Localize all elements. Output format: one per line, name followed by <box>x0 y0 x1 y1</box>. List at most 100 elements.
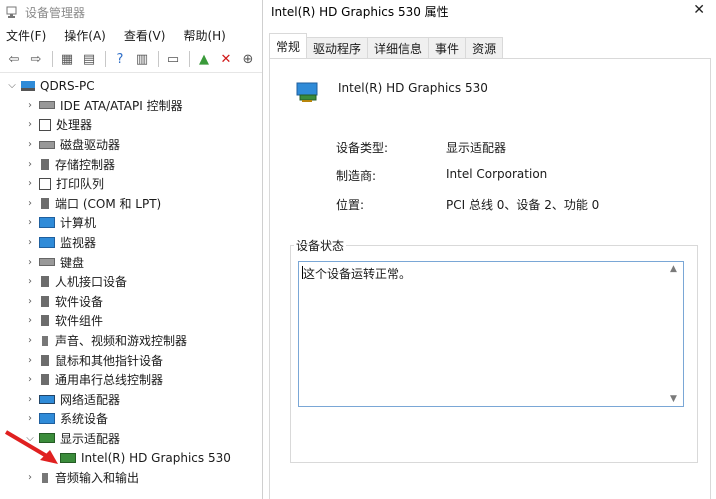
tree-item[interactable]: › 通用串行总线控制器 <box>0 370 262 390</box>
toolbar-divider <box>105 51 106 67</box>
ide-controller-icon <box>39 101 55 110</box>
menu-help[interactable]: 帮助(H) <box>183 27 225 44</box>
audio-video-icon <box>42 335 48 346</box>
tree-root-label: QDRS-PC <box>40 78 95 93</box>
tab-resources[interactable]: 资源 <box>465 37 504 58</box>
tree-root[interactable]: ⌵ QDRS-PC <box>0 76 262 96</box>
tree-item[interactable]: › 监视器 <box>0 233 262 253</box>
chevron-right-icon[interactable]: › <box>24 374 36 385</box>
chevron-right-icon[interactable]: › <box>24 413 36 424</box>
tree-item[interactable]: › 计算机 <box>0 213 262 233</box>
chevron-right-icon[interactable]: › <box>24 315 36 326</box>
chevron-right-icon[interactable]: › <box>24 237 36 248</box>
chevron-right-icon[interactable]: › <box>24 276 36 287</box>
devmgr-titlebar: 设备管理器 <box>0 0 262 24</box>
chevron-right-icon[interactable]: › <box>24 296 36 307</box>
tab-details[interactable]: 详细信息 <box>367 37 430 58</box>
status-text: 这个设备运转正常。 <box>303 267 412 281</box>
tree-item-label: 网络适配器 <box>60 392 121 407</box>
menu-action[interactable]: 操作(A) <box>64 27 106 44</box>
scan-monitor-icon[interactable]: ▭ <box>163 49 183 69</box>
prop-value-manufacturer: Intel Corporation <box>446 167 548 181</box>
menu-file[interactable]: 文件(F) <box>6 27 46 44</box>
storage-controller-icon <box>41 158 49 170</box>
prop-label-manufacturer: 制造商: <box>336 169 377 183</box>
uninstall-icon[interactable]: ✕ <box>216 49 236 69</box>
chevron-right-icon[interactable]: › <box>24 178 36 189</box>
view-icon[interactable]: ▦ <box>57 49 77 69</box>
tree-item-label: 通用串行总线控制器 <box>55 373 164 388</box>
menu-bar: 文件(F) 操作(A) 查看(V) 帮助(H) <box>0 24 262 46</box>
status-group-label: 设备状态 <box>294 237 347 254</box>
processor-icon <box>39 118 51 131</box>
tree-item[interactable]: › 人机接口设备 <box>0 272 262 292</box>
status-scrollbar[interactable]: ▲ ▼ <box>667 262 683 406</box>
list-icon[interactable]: ▥ <box>132 49 152 69</box>
tab-events[interactable]: 事件 <box>428 37 467 58</box>
prop-value-type: 显示适配器 <box>446 141 507 155</box>
usb-controller-icon <box>41 374 49 386</box>
chevron-right-icon[interactable]: › <box>24 198 36 209</box>
chevron-right-icon[interactable]: › <box>24 139 36 150</box>
tree-item[interactable]: › 存储控制器 <box>0 154 262 174</box>
tree-item[interactable]: › 声音、视频和游戏控制器 <box>0 331 262 351</box>
tree-item[interactable]: › 软件组件 <box>0 311 262 331</box>
tree-item[interactable]: › 端口 (COM 和 LPT) <box>0 194 262 214</box>
device-manager-icon <box>6 6 19 19</box>
audio-io-icon <box>42 472 48 483</box>
close-icon[interactable]: ✕ <box>693 2 705 18</box>
chevron-right-icon[interactable]: › <box>24 472 36 483</box>
device-name: Intel(R) HD Graphics 530 <box>338 81 488 95</box>
scroll-down-icon[interactable]: ▼ <box>670 394 677 404</box>
help-icon[interactable]: ? <box>110 49 130 69</box>
tree-item[interactable]: › 打印队列 <box>0 174 262 194</box>
tree-item-label: 声音、视频和游戏控制器 <box>55 334 188 349</box>
dialog-titlebar: Intel(R) HD Graphics 530 属性 ✕ <box>263 0 716 22</box>
chevron-right-icon[interactable]: › <box>24 100 36 111</box>
tree-item-label: 音频输入和输出 <box>55 471 140 486</box>
download-icon[interactable]: ⊕ <box>238 49 258 69</box>
system-device-icon <box>39 413 55 425</box>
update-driver-icon[interactable]: ▲ <box>194 49 214 69</box>
tree-item-label: Intel(R) HD Graphics 530 <box>81 451 231 466</box>
tree-item-audio-io[interactable]: › 音频输入和输出 <box>0 468 262 488</box>
menu-view[interactable]: 查看(V) <box>124 27 166 44</box>
prop-value-location: PCI 总线 0、设备 2、功能 0 <box>446 198 600 212</box>
tree-item[interactable]: › 软件设备 <box>0 292 262 312</box>
tree-item[interactable]: › 鼠标和其他指针设备 <box>0 350 262 370</box>
display-adapter-icon <box>296 82 318 102</box>
tree-item[interactable]: › 系统设备 <box>0 409 262 429</box>
print-queue-icon <box>39 177 51 190</box>
tree-item-label: 鼠标和其他指针设备 <box>55 353 164 368</box>
tree-item[interactable]: › 磁盘驱动器 <box>0 135 262 155</box>
tab-driver[interactable]: 驱动程序 <box>306 37 369 58</box>
tab-general[interactable]: 常规 <box>269 33 308 58</box>
chevron-right-icon[interactable]: › <box>24 355 36 366</box>
scroll-up-icon[interactable]: ▲ <box>670 264 677 274</box>
chevron-down-icon[interactable]: ⌵ <box>6 80 18 91</box>
tree-item[interactable]: › 网络适配器 <box>0 390 262 410</box>
properties-icon[interactable]: ▤ <box>79 49 99 69</box>
status-textarea[interactable]: 这个设备运转正常。 ▲ ▼ <box>298 261 684 407</box>
chevron-right-icon[interactable]: › <box>24 159 36 170</box>
tree-item-label: 端口 (COM 和 LPT) <box>55 196 162 211</box>
chevron-right-icon[interactable]: › <box>24 335 36 346</box>
back-icon[interactable]: ⇦ <box>4 49 24 69</box>
keyboard-icon <box>39 258 55 267</box>
chevron-right-icon[interactable]: › <box>24 394 36 405</box>
general-panel: Intel(R) HD Graphics 530 设备类型: 显示适配器 制造商… <box>269 58 711 499</box>
chevron-right-icon[interactable]: › <box>24 119 36 130</box>
tree-item-label: 人机接口设备 <box>55 275 128 290</box>
tree-item-label: 计算机 <box>60 216 97 231</box>
chevron-right-icon[interactable]: › <box>24 217 36 228</box>
tree-item[interactable]: › 键盘 <box>0 252 262 272</box>
tree-item-label: 系统设备 <box>60 412 109 427</box>
tree-item-label: 处理器 <box>56 118 93 133</box>
tree-item-label: 打印队列 <box>56 177 105 192</box>
tree-item[interactable]: › 处理器 <box>0 115 262 135</box>
forward-icon[interactable]: ⇨ <box>26 49 46 69</box>
chevron-right-icon[interactable]: › <box>24 257 36 268</box>
toolbar-divider <box>52 51 53 67</box>
device-tree: ⌵ QDRS-PC › IDE ATA/ATAPI 控制器 › 处理器 › 磁盘驱动器 › 存… <box>0 76 262 487</box>
tree-item[interactable]: › IDE ATA/ATAPI 控制器 <box>0 96 262 116</box>
